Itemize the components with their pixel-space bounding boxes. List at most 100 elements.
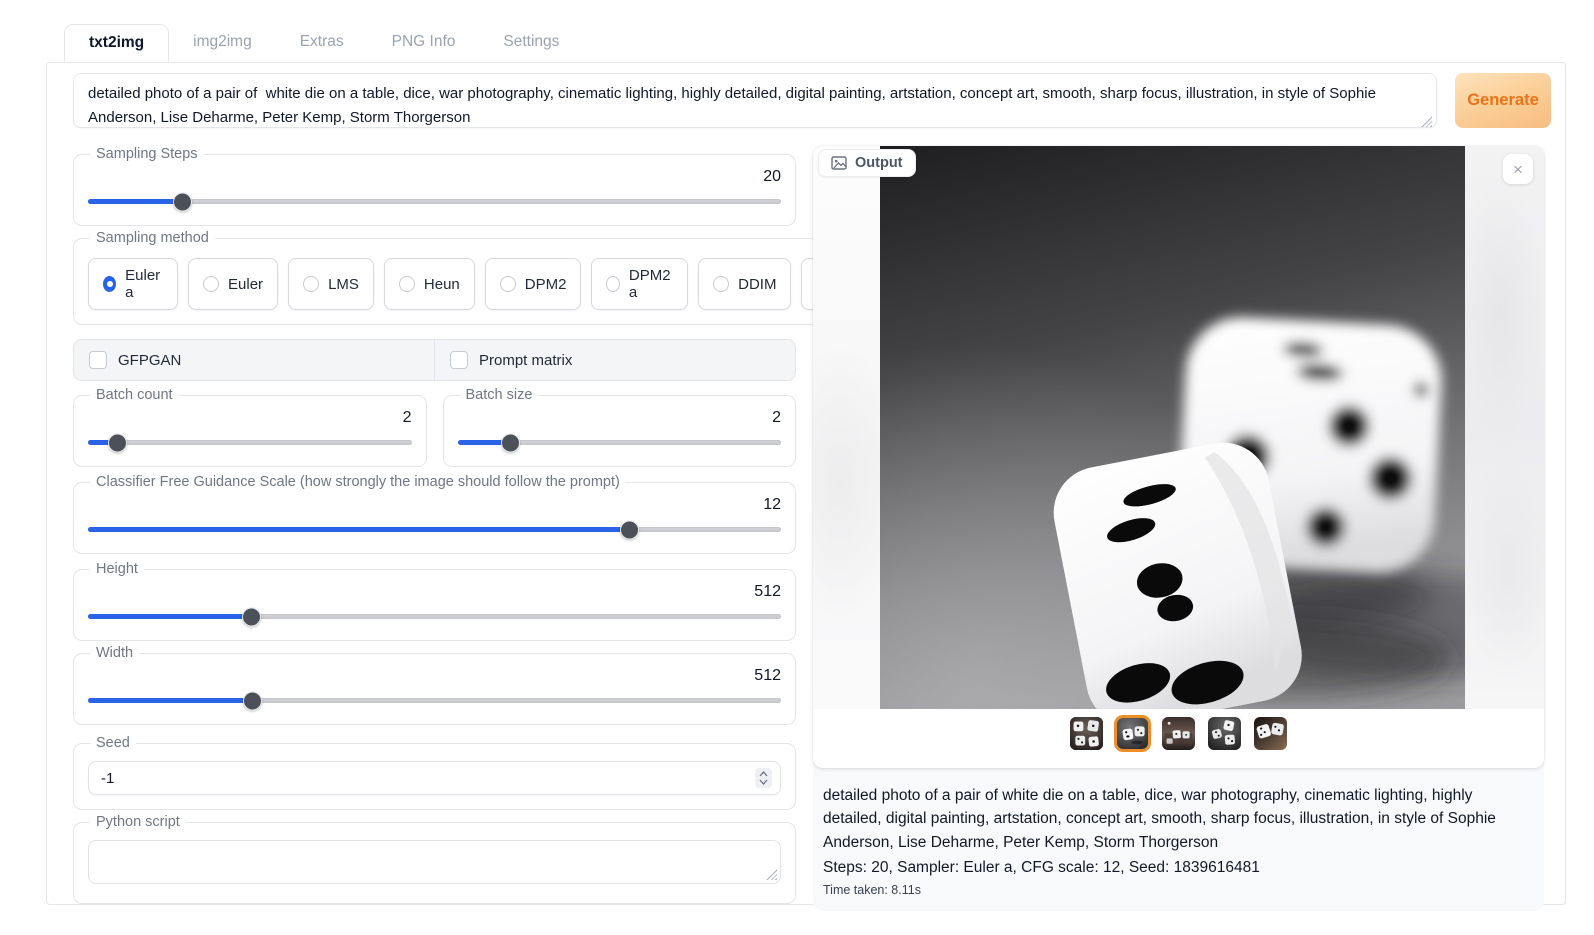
height-slider[interactable] — [88, 607, 781, 626]
radio-label: Heun — [424, 276, 460, 293]
chevron-up-icon[interactable] — [759, 771, 768, 777]
checkbox-icon — [450, 351, 468, 369]
app-container: detailed photo of a pair of white die on… — [46, 62, 1566, 905]
output-label-chip: Output — [818, 149, 916, 177]
batch-count-value: 2 — [88, 409, 412, 427]
generated-image[interactable]: Output × — [813, 146, 1544, 709]
height-value: 512 — [88, 583, 781, 601]
cfg-value: 12 — [88, 496, 781, 514]
batch-size-label: Batch size — [460, 387, 539, 403]
thumbnail-strip — [813, 709, 1544, 768]
seed-input-wrap — [88, 761, 781, 795]
python-script-group: Python script — [73, 814, 796, 904]
prompt-matrix-label: Prompt matrix — [479, 352, 572, 369]
radio-label: Euler — [228, 276, 263, 293]
python-script-input[interactable] — [88, 840, 781, 884]
width-group: Width 512 — [73, 645, 796, 725]
radio-euler-a[interactable]: Euler a — [88, 258, 178, 310]
tab-txt2img[interactable]: txt2img — [64, 24, 169, 62]
image-blur-band-left — [813, 146, 880, 709]
output-thumbnail-5[interactable] — [1252, 715, 1289, 752]
checkbox-icon — [89, 351, 107, 369]
output-time-taken: Time taken: 8.11s — [813, 879, 1544, 897]
prompt-row: detailed photo of a pair of white die on… — [73, 73, 1551, 133]
cfg-slider-handle[interactable] — [620, 520, 639, 539]
radio-icon — [713, 276, 729, 292]
batch-count-label: Batch count — [90, 387, 179, 403]
cfg-group: Classifier Free Guidance Scale (how stro… — [73, 474, 796, 554]
sampling-steps-value: 20 — [88, 168, 781, 186]
width-slider[interactable] — [88, 691, 781, 710]
tab-bar: txt2img img2img Extras PNG Info Settings — [64, 24, 583, 61]
radio-label: DDIM — [738, 276, 776, 293]
radio-label: DPM2 a — [629, 267, 673, 301]
tab-img2img[interactable]: img2img — [169, 24, 276, 61]
sampling-method-label: Sampling method — [90, 230, 215, 246]
seed-input[interactable] — [101, 770, 755, 787]
python-script-label: Python script — [90, 814, 186, 830]
output-column: Output × — [813, 146, 1544, 911]
cfg-label: Classifier Free Guidance Scale (how stro… — [90, 474, 626, 490]
radio-icon — [103, 276, 116, 292]
sampling-steps-group: Sampling Steps 20 — [73, 146, 796, 226]
batch-size-group: Batch size 2 — [443, 387, 797, 467]
chevron-down-icon[interactable] — [759, 779, 768, 785]
output-thumbnail-3[interactable] — [1160, 715, 1197, 752]
radio-euler[interactable]: Euler — [188, 258, 278, 310]
batch-count-slider[interactable] — [88, 433, 412, 452]
radio-icon — [399, 276, 415, 292]
sampling-method-group: Sampling method Euler a Euler LMS Heun D… — [73, 230, 912, 325]
radio-ddim[interactable]: DDIM — [698, 258, 791, 310]
page: txt2img img2img Extras PNG Info Settings… — [0, 0, 1594, 935]
height-label: Height — [90, 561, 144, 577]
batch-size-slider[interactable] — [458, 433, 782, 452]
radio-icon — [500, 276, 516, 292]
output-caption-params: Steps: 20, Sampler: Euler a, CFG scale: … — [813, 854, 1544, 879]
prompt-input[interactable]: detailed photo of a pair of white die on… — [73, 73, 1437, 128]
radio-dpm2-a[interactable]: DPM2 a — [591, 258, 688, 310]
height-group: Height 512 — [73, 561, 796, 641]
tab-settings[interactable]: Settings — [479, 24, 583, 61]
image-icon — [831, 155, 847, 171]
batch-size-slider-handle[interactable] — [501, 433, 520, 452]
radio-icon — [203, 276, 219, 292]
seed-group: Seed — [73, 735, 796, 810]
prompt-matrix-checkbox[interactable]: Prompt matrix — [434, 340, 795, 380]
radio-label: Euler a — [125, 267, 163, 301]
toggles-panel: GFPGAN Prompt matrix — [73, 339, 796, 381]
batch-count-slider-handle[interactable] — [108, 433, 127, 452]
radio-dpm2[interactable]: DPM2 — [485, 258, 582, 310]
cfg-slider[interactable] — [88, 520, 781, 539]
radio-icon — [303, 276, 319, 292]
close-output-button[interactable]: × — [1503, 154, 1533, 184]
batch-row: Batch count 2 Batch size 2 — [73, 381, 796, 467]
width-slider-handle[interactable] — [243, 691, 262, 710]
output-thumbnail-1[interactable] — [1068, 715, 1105, 752]
output-thumbnail-2-selected[interactable] — [1114, 715, 1151, 752]
output-label: Output — [855, 155, 903, 171]
output-thumbnail-4[interactable] — [1206, 715, 1243, 752]
sampling-steps-slider[interactable] — [88, 192, 781, 211]
gallery-card: Output × — [813, 146, 1544, 768]
sampling-steps-slider-handle[interactable] — [173, 192, 192, 211]
image-blur-band-right — [1465, 146, 1544, 709]
generate-button[interactable]: Generate — [1455, 73, 1551, 128]
output-panel: Output × — [813, 146, 1544, 911]
width-value: 512 — [88, 667, 781, 685]
settings-column: Sampling Steps 20 Sampling method Euler … — [73, 146, 796, 904]
seed-label: Seed — [90, 735, 136, 751]
gfpgan-checkbox[interactable]: GFPGAN — [74, 340, 434, 380]
batch-count-group: Batch count 2 — [73, 387, 427, 467]
output-caption-prompt: detailed photo of a pair of white die on… — [813, 768, 1544, 854]
radio-label: LMS — [328, 276, 359, 293]
radio-heun[interactable]: Heun — [384, 258, 475, 310]
batch-size-value: 2 — [458, 409, 782, 427]
radio-lms[interactable]: LMS — [288, 258, 374, 310]
sampling-method-options: Euler a Euler LMS Heun DPM2 DPM2 a DDIM … — [88, 258, 897, 310]
seed-stepper[interactable] — [755, 768, 772, 788]
tab-png-info[interactable]: PNG Info — [368, 24, 480, 61]
dice-image — [880, 146, 1465, 709]
tab-extras[interactable]: Extras — [276, 24, 368, 61]
height-slider-handle[interactable] — [242, 607, 261, 626]
sampling-steps-label: Sampling Steps — [90, 146, 204, 162]
